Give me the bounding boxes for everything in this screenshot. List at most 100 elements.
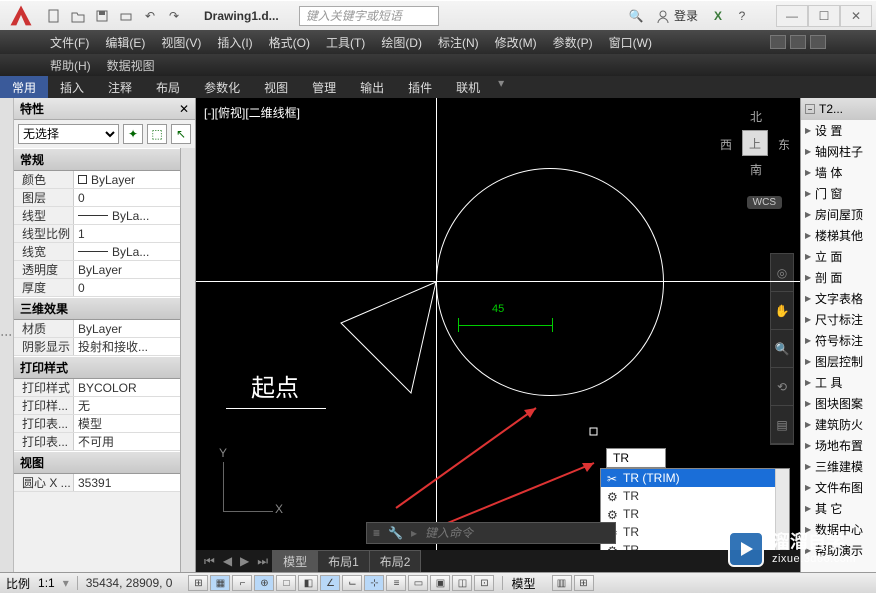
tab-manage[interactable]: 管理 [300,76,348,98]
doc-close-button[interactable] [810,35,826,49]
ortho-toggle[interactable]: ⌐ [232,575,252,591]
command-input[interactable] [425,526,582,540]
autocomplete-item[interactable]: ✂TR (TRIM) [601,469,789,487]
sb-extra-2[interactable]: ⊞ [574,575,594,591]
property-value[interactable]: 0 [74,279,180,296]
am-toggle[interactable]: ⊡ [474,575,494,591]
menu-tools[interactable]: 工具(T) [326,34,365,51]
tab-common[interactable]: 常用 [0,76,48,98]
property-row[interactable]: 打印表...不可用 [14,433,180,451]
property-row[interactable]: 圆心 X ...35391 [14,474,180,492]
menu-modify[interactable]: 修改(M) [495,34,537,51]
property-value[interactable]: 投射和接收... [74,338,180,355]
print-icon[interactable] [116,6,136,26]
search-icon[interactable]: 🔍 [626,6,646,26]
menu-edit[interactable]: 编辑(E) [105,34,145,51]
property-row[interactable]: 线型ByLa... [14,207,180,225]
command-line[interactable]: ≡ 🔧 ▸ [366,522,616,544]
tree-item[interactable]: ▶尺寸标注 [801,309,876,330]
save-icon[interactable] [92,6,112,26]
autocomplete-item[interactable]: ⚙TR [601,505,789,523]
tab-next-icon[interactable]: ▶ [236,552,253,570]
ducs-toggle[interactable]: ⌙ [342,575,362,591]
minimize-button[interactable]: — [776,5,808,27]
osnap-toggle[interactable]: □ [276,575,296,591]
tree-item[interactable]: ▶建筑防火 [801,414,876,435]
close-button[interactable]: ✕ [840,5,872,27]
maximize-button[interactable]: ☐ [808,5,840,27]
property-value[interactable]: ByLayer [74,171,180,188]
login-button[interactable]: 登录 [650,7,704,24]
tpy-toggle[interactable]: ▭ [408,575,428,591]
tree-item[interactable]: ▶场地布置 [801,435,876,456]
section-plot[interactable]: 打印样式 [14,356,180,379]
tab-last-icon[interactable]: ⏭ [253,552,272,571]
open-icon[interactable] [68,6,88,26]
menu-dim[interactable]: 标注(N) [438,34,479,51]
property-value[interactable]: 无 [74,397,180,414]
menu-insert[interactable]: 插入(I) [217,34,252,51]
property-value[interactable]: 35391 [74,474,180,491]
tab-parametric[interactable]: 参数化 [192,76,252,98]
pickadd-icon[interactable]: ⬚ [147,124,167,144]
menu-help[interactable]: 帮助(H) [50,57,91,74]
property-value[interactable]: 0 [74,189,180,206]
tab-annotate[interactable]: 注释 [96,76,144,98]
model-paper-toggle[interactable]: 模型 [511,575,535,592]
section-view[interactable]: 视图 [14,451,180,474]
menu-draw[interactable]: 绘图(D) [381,34,422,51]
properties-scrollbar[interactable] [180,148,195,572]
tab-insert[interactable]: 插入 [48,76,96,98]
property-value[interactable]: ByLa... [74,207,180,224]
tree-item[interactable]: ▶房间屋顶 [801,204,876,225]
exchange-icon[interactable]: X [708,6,728,26]
autocomplete-item[interactable]: ⚙TR [601,487,789,505]
tree-item[interactable]: ▶三维建模 [801,456,876,477]
layout-tab-1[interactable]: 布局1 [317,550,370,573]
property-row[interactable]: 打印样式BYCOLOR [14,379,180,397]
tree-item[interactable]: ▶墙 体 [801,162,876,183]
otrack-toggle[interactable]: ∠ [320,575,340,591]
tab-layout[interactable]: 布局 [144,76,192,98]
tree-item[interactable]: ▶剖 面 [801,267,876,288]
tree-item[interactable]: ▶其 它 [801,498,876,519]
tree-item[interactable]: ▶文件布图 [801,477,876,498]
property-row[interactable]: 材质ByLayer [14,320,180,338]
layout-tab-model[interactable]: 模型 [272,550,318,573]
menu-view[interactable]: 视图(V) [161,34,201,51]
property-row[interactable]: 打印表...模型 [14,415,180,433]
quickselect-icon[interactable]: ✦ [123,124,143,144]
qp-toggle[interactable]: ▣ [430,575,450,591]
tab-prev-icon[interactable]: ◀ [219,552,236,570]
sc-toggle[interactable]: ◫ [452,575,472,591]
property-row[interactable]: 线型比例1 [14,225,180,243]
doc-restore-button[interactable] [790,35,806,49]
cmd-config-icon[interactable]: 🔧 [388,526,403,540]
property-row[interactable]: 阴影显示投射和接收... [14,338,180,356]
scale-value[interactable]: 1:1 [38,576,55,590]
selection-dropdown[interactable]: 无选择 [18,124,119,144]
tree-item[interactable]: ▶立 面 [801,246,876,267]
tree-item[interactable]: ▶图块图案 [801,393,876,414]
menu-window[interactable]: 窗口(W) [609,34,652,51]
property-row[interactable]: 厚度0 [14,279,180,297]
section-general[interactable]: 常规 [14,148,180,171]
property-value[interactable]: 1 [74,225,180,242]
tab-first-icon[interactable]: ⏮ [200,552,219,571]
3dosnap-toggle[interactable]: ◧ [298,575,318,591]
tab-output[interactable]: 输出 [348,76,396,98]
property-row[interactable]: 线宽ByLa... [14,243,180,261]
tree-item[interactable]: ▶文字表格 [801,288,876,309]
menu-dataview[interactable]: 数据视图 [107,57,155,74]
help-icon[interactable]: ? [732,6,752,26]
menu-file[interactable]: 文件(F) [50,34,89,51]
property-value[interactable]: ByLayer [74,320,180,337]
tree-item[interactable]: ▶设 置 [801,120,876,141]
property-value[interactable]: BYCOLOR [74,379,180,396]
menu-format[interactable]: 格式(O) [269,34,310,51]
lwt-toggle[interactable]: ≡ [386,575,406,591]
tab-plugins[interactable]: 插件 [396,76,444,98]
property-value[interactable]: 模型 [74,415,180,432]
section-3d[interactable]: 三维效果 [14,297,180,320]
tree-item[interactable]: ▶图层控制 [801,351,876,372]
